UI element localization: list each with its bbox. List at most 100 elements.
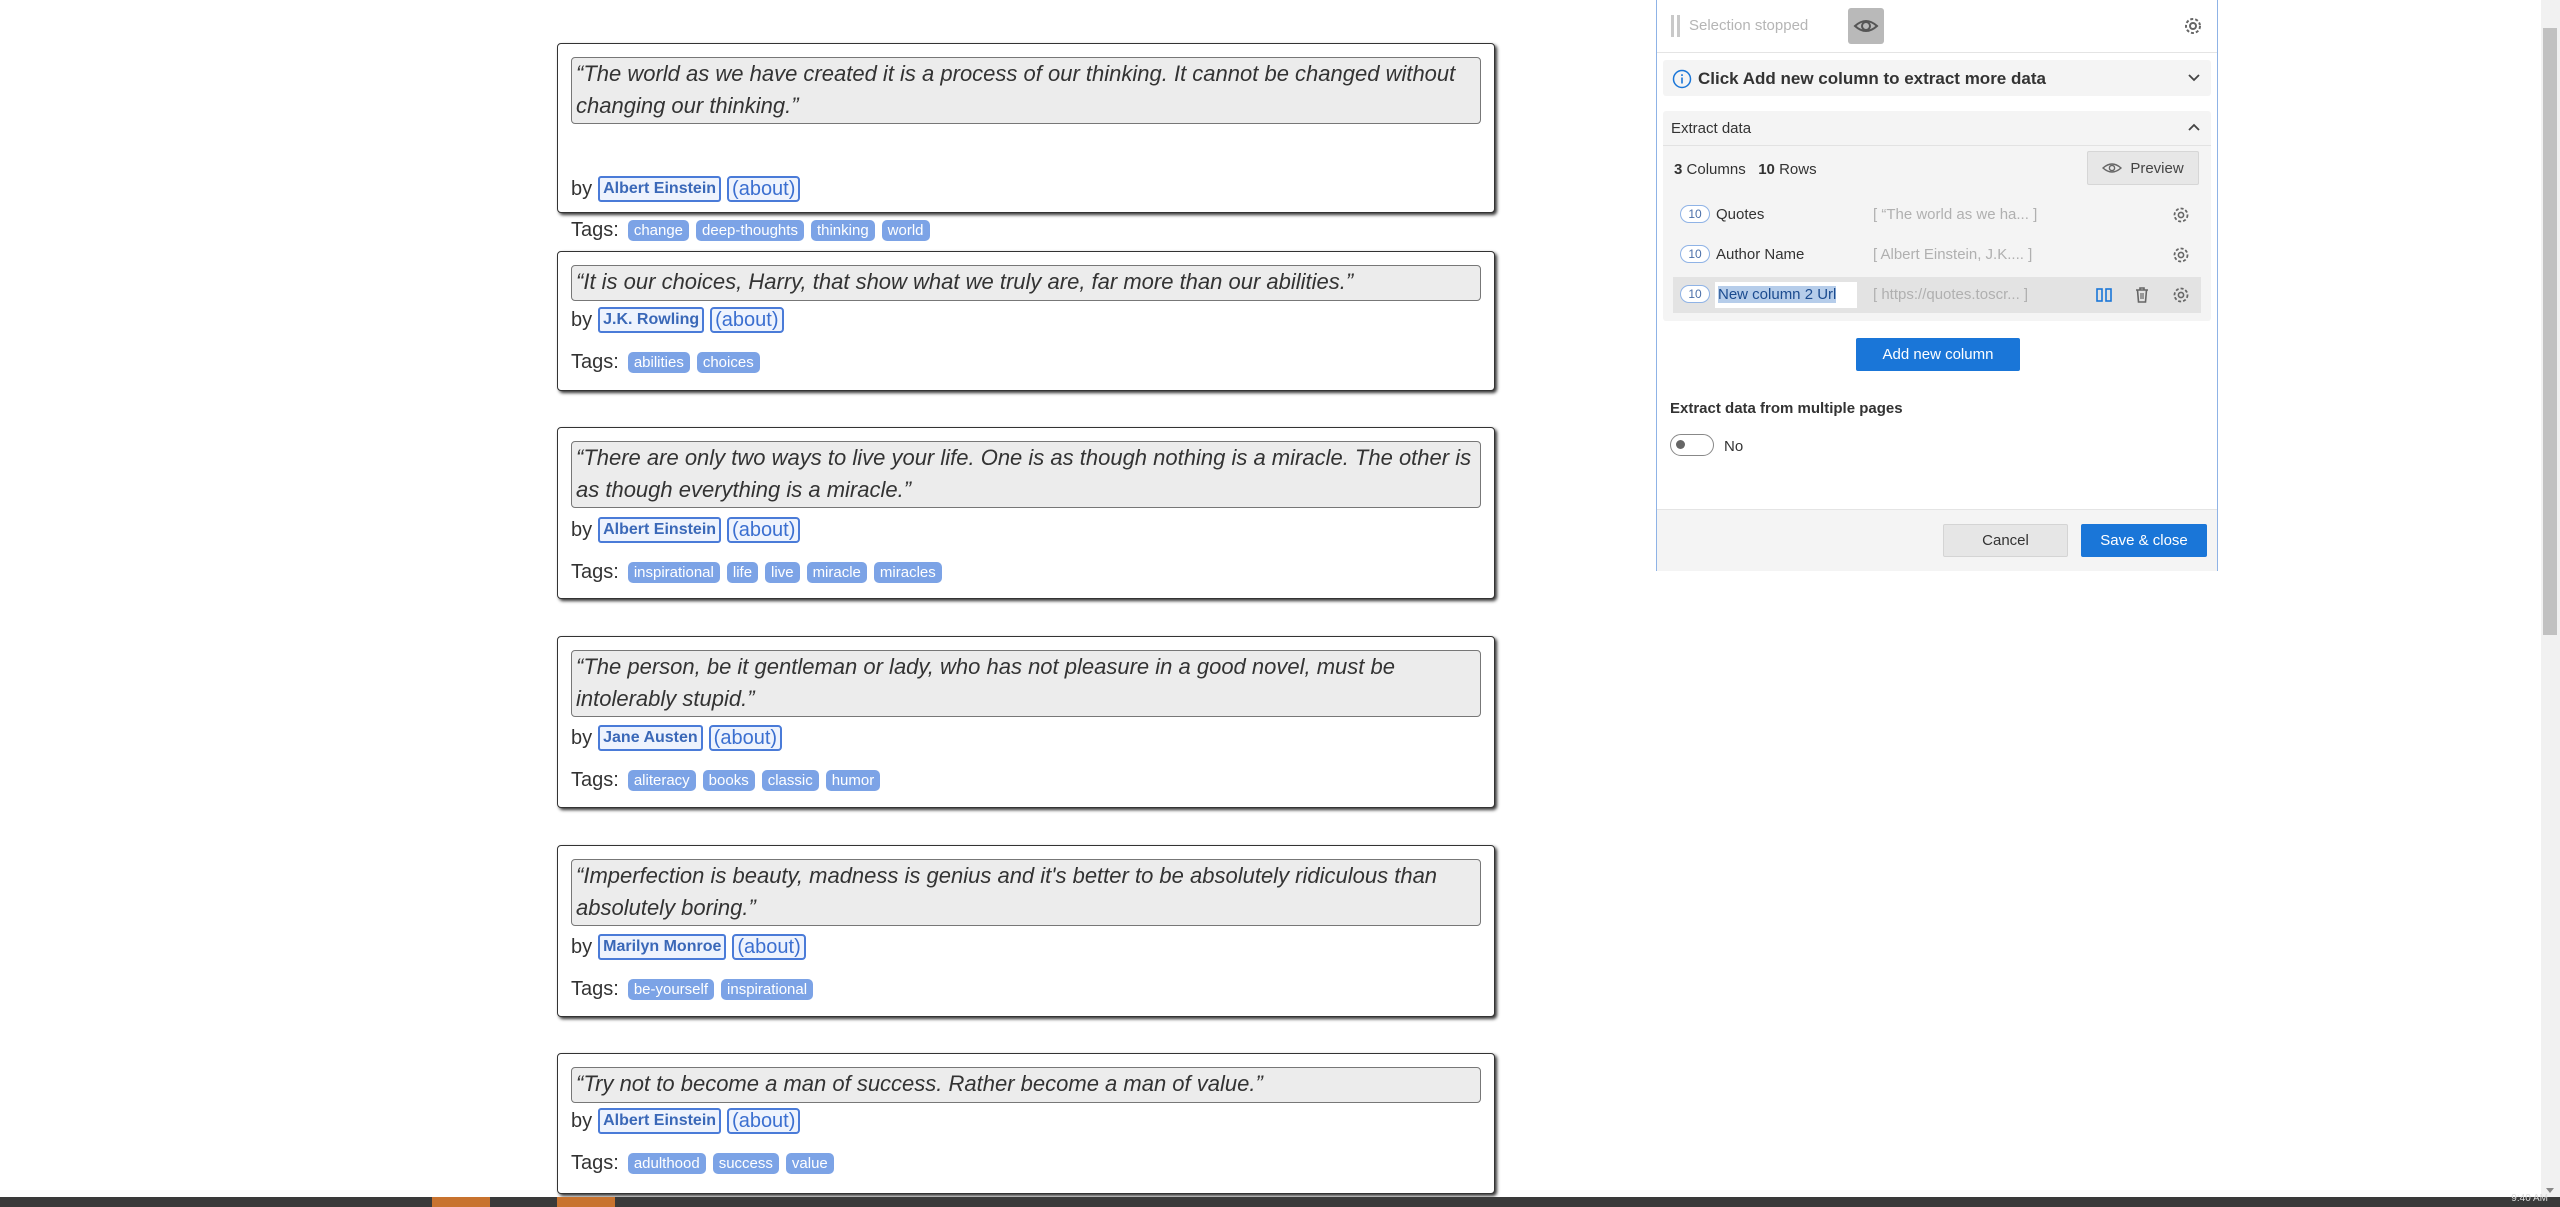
multi-page-value: No (1724, 438, 1744, 455)
tag-link[interactable]: live (765, 561, 800, 583)
column-preview: [ https://quotes.toscr... ] (1873, 286, 2029, 303)
tag-link[interactable]: miracles (873, 561, 942, 583)
hint-text: Click Add new column to extract more dat… (1698, 69, 2046, 88)
chevron-up-icon[interactable] (2187, 121, 2201, 133)
column-name-input[interactable]: New column 2 Url (1715, 282, 1857, 308)
by-label: by (571, 519, 593, 541)
tag-link[interactable]: deep-thoughts (696, 219, 804, 241)
quote-card: “The world as we have created it is a pr… (557, 43, 1495, 241)
tags-label: Tags: (571, 351, 619, 373)
columns-count: 3 (1674, 161, 1683, 178)
about-link[interactable]: (about) (732, 934, 806, 960)
tag-link[interactable]: abilities (627, 351, 690, 373)
tag-link[interactable]: inspirational (627, 561, 720, 583)
tag-link[interactable]: choices (696, 351, 760, 373)
column-row[interactable]: 10 New column 2 Url [ https://quotes.tos… (1673, 277, 2201, 313)
section-divider (1663, 145, 2211, 146)
tag-link[interactable]: miracle (806, 561, 867, 583)
author-name[interactable]: Jane Austen (598, 725, 703, 751)
tag-link[interactable]: value (785, 1152, 834, 1174)
cancel-button[interactable]: Cancel (1943, 524, 2068, 557)
tags-label: Tags: (571, 561, 619, 583)
quote-card: “It is our choices, Harry, that show wha… (557, 251, 1495, 391)
tag-link[interactable]: change (627, 219, 690, 241)
tags-line: Tags: inspirational life live miracle mi… (571, 559, 942, 585)
column-count-badge: 10 (1680, 245, 1710, 263)
tag-link[interactable]: success (712, 1152, 779, 1174)
quote-author-line: by Albert Einstein (about) (571, 517, 801, 543)
quote-text: “It is our choices, Harry, that show wha… (571, 265, 1481, 301)
about-link[interactable]: (about) (710, 307, 784, 333)
toggle-highlight-button[interactable] (1848, 8, 1884, 44)
quote-card: “Imperfection is beauty, madness is geni… (557, 845, 1495, 1017)
settings-gear-icon[interactable] (2182, 15, 2204, 37)
column-name-selected-text: New column 2 Url (1718, 286, 1837, 303)
taskbar-clock: 9:40 AM (2511, 1193, 2548, 1204)
quote-author-line: by Albert Einstein (about) (571, 176, 801, 202)
tag-link[interactable]: be-yourself (627, 978, 715, 1000)
preview-button[interactable]: Preview (2087, 151, 2199, 185)
taskbar-app[interactable] (432, 1197, 490, 1207)
tag-link[interactable]: books (702, 769, 755, 791)
tags-line: Tags: abilities choices (571, 349, 760, 375)
tag-link[interactable]: aliteracy (627, 769, 696, 791)
quote-author-line: by Albert Einstein (about) (571, 1108, 801, 1134)
quote-card: “Try not to become a man of success. Rat… (557, 1053, 1495, 1194)
tags-line: Tags: change deep-thoughts thinking worl… (571, 217, 930, 243)
tags-label: Tags: (571, 769, 619, 791)
add-new-column-button[interactable]: Add new column (1856, 338, 2020, 371)
extract-panel: Selection stopped Click Add new column t… (1656, 0, 2218, 571)
about-link[interactable]: (about) (708, 725, 783, 751)
preview-label: Preview (2130, 159, 2184, 177)
scrollbar-thumb[interactable] (2543, 28, 2557, 635)
tag-link[interactable]: thinking (810, 219, 875, 241)
tag-link[interactable]: inspirational (721, 978, 814, 1000)
column-name[interactable]: Quotes (1716, 206, 1764, 223)
hint-banner[interactable]: Click Add new column to extract more dat… (1663, 60, 2211, 96)
tags-label: Tags: (571, 978, 619, 1000)
tag-link[interactable]: life (726, 561, 759, 583)
rows-count: 10 (1758, 161, 1775, 178)
pause-icon[interactable] (1671, 15, 1681, 37)
column-settings-gear-icon[interactable] (2171, 205, 2191, 225)
by-label: by (571, 936, 593, 958)
quote-text: “The person, be it gentleman or lady, wh… (571, 650, 1481, 717)
tag-link[interactable]: adulthood (627, 1152, 706, 1174)
multi-page-toggle[interactable] (1670, 434, 1714, 456)
tags-line: Tags: adulthood success value (571, 1150, 834, 1176)
extract-data-section: Extract data 3 Columns 10 Rows Preview 1… (1663, 111, 2211, 321)
panel-footer: Cancel Save & close (1657, 509, 2217, 571)
selection-status: Selection stopped (1689, 17, 1809, 34)
about-link[interactable]: (about) (727, 517, 801, 543)
tag-link[interactable]: humor (825, 769, 881, 791)
author-name[interactable]: J.K. Rowling (598, 307, 705, 333)
author-name[interactable]: Albert Einstein (598, 176, 722, 202)
quote-text: “Try not to become a man of success. Rat… (571, 1067, 1481, 1103)
tags-label: Tags: (571, 1152, 619, 1174)
chevron-down-icon[interactable] (2187, 72, 2201, 84)
about-link[interactable]: (about) (727, 176, 801, 202)
author-name[interactable]: Marilyn Monroe (598, 934, 727, 960)
page-scrollbar[interactable] (2541, 0, 2560, 1197)
about-link[interactable]: (about) (727, 1108, 801, 1134)
author-name[interactable]: Albert Einstein (598, 1108, 722, 1134)
multi-page-title: Extract data from multiple pages (1670, 400, 1903, 417)
quote-author-line: by Jane Austen (about) (571, 725, 783, 751)
taskbar-app[interactable] (557, 1197, 615, 1207)
trash-icon[interactable] (2132, 285, 2152, 305)
split-column-icon[interactable] (2094, 285, 2114, 305)
column-settings-gear-icon[interactable] (2171, 285, 2191, 305)
save-close-button[interactable]: Save & close (2081, 524, 2207, 557)
columns-label: Columns (1686, 161, 1746, 178)
column-row[interactable]: 10 Author Name [ Albert Einstein, J.K...… (1673, 237, 2201, 273)
section-title: Extract data (1671, 120, 1752, 137)
column-row[interactable]: 10 Quotes [ “The world as we ha... ] (1673, 197, 2201, 233)
tags-line: Tags: aliteracy books classic humor (571, 767, 881, 793)
column-count-badge: 10 (1680, 205, 1710, 223)
tag-link[interactable]: classic (761, 769, 819, 791)
tag-link[interactable]: world (881, 219, 930, 241)
column-name[interactable]: Author Name (1716, 246, 1804, 263)
author-name[interactable]: Albert Einstein (598, 517, 722, 543)
column-settings-gear-icon[interactable] (2171, 245, 2191, 265)
info-icon (1672, 69, 1692, 89)
